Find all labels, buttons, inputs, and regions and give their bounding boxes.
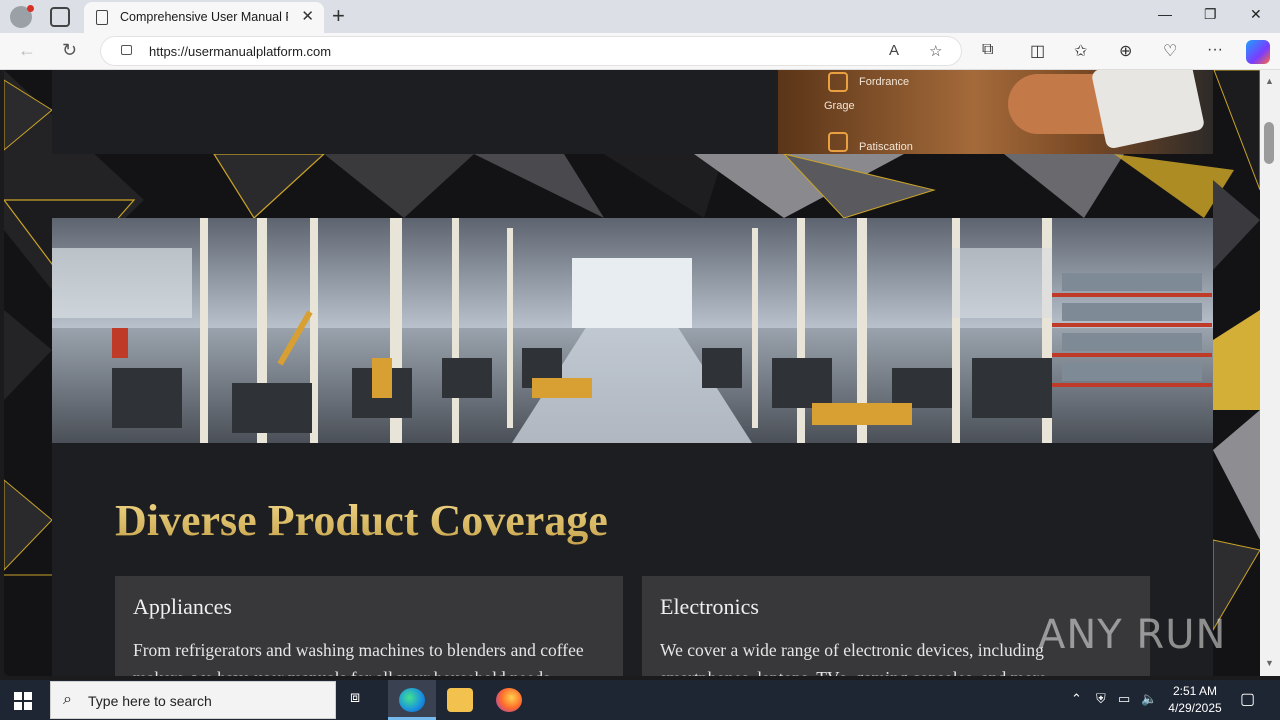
lock-icon[interactable]	[121, 45, 132, 55]
url-text[interactable]: https://usermanualplatform.com	[149, 44, 331, 59]
refresh-icon[interactable]: ↻	[62, 40, 77, 61]
scrollbar-thumb[interactable]	[1264, 122, 1274, 164]
favorite-star-icon[interactable]: ☆	[929, 42, 942, 60]
minimize-button[interactable]: —	[1158, 6, 1172, 22]
file-explorer-icon[interactable]	[447, 688, 473, 712]
scroll-up-icon[interactable]: ▲	[1265, 76, 1274, 86]
promo-label: Grage	[824, 100, 855, 112]
restore-button[interactable]: ❐	[1204, 6, 1217, 23]
favorites-icon[interactable]: ✩	[1074, 41, 1087, 61]
scroll-down-icon[interactable]: ▼	[1265, 658, 1274, 668]
calendar-icon	[828, 132, 848, 152]
appliances-card[interactable]: Appliances From refrigerators and washin…	[115, 576, 623, 676]
more-icon[interactable]: ···	[1207, 41, 1223, 59]
collections-icon[interactable]: ⊕	[1119, 41, 1132, 61]
firefox-icon[interactable]	[496, 688, 522, 712]
dashboard-icon	[828, 72, 848, 92]
address-bar[interactable]: https://usermanualplatform.com A ☆	[100, 36, 962, 66]
notification-icon[interactable]: ▢	[1240, 689, 1255, 709]
device-image	[1090, 70, 1206, 150]
performance-icon[interactable]: ♡	[1163, 41, 1177, 61]
system-clock[interactable]: 2:51 AM 4/29/2025	[1160, 683, 1230, 717]
task-view-icon[interactable]: ⧈	[350, 689, 360, 707]
section-heading: Diverse Product Coverage	[115, 496, 608, 545]
show-hidden-icons[interactable]: ⌃	[1071, 691, 1082, 707]
web-page: Fordrance Grage Patiscation Diverse Prod…	[4, 70, 1260, 676]
notification-dot	[27, 5, 34, 12]
promo-label: Fordrance	[859, 76, 910, 88]
address-toolbar: ← ↻ https://usermanualplatform.com A ☆ ⧉…	[0, 33, 1280, 70]
read-aloud-icon[interactable]: A	[889, 42, 899, 59]
network-icon[interactable]: ▭	[1118, 691, 1130, 707]
anyrun-watermark: ANY RUN	[1038, 612, 1227, 658]
new-tab-button[interactable]: +	[332, 3, 345, 29]
clock-time: 2:51 AM	[1172, 684, 1218, 698]
security-icon[interactable]: ⛨	[1096, 691, 1106, 707]
close-window-button[interactable]: ✕	[1250, 6, 1262, 23]
volume-icon[interactable]: 🔈	[1141, 691, 1157, 707]
copilot-icon[interactable]	[1246, 40, 1270, 64]
promo-label: Patiscation	[859, 141, 913, 153]
page-scrollbar[interactable]: ▲ ▼	[1260, 70, 1280, 676]
search-icon: ⌕	[63, 691, 72, 708]
windows-taskbar: ⌕ Type here to search ⧈ ⌃ ⛨ ▭ 🔈 2:51 AM …	[0, 680, 1280, 720]
extensions-icon[interactable]: ⧉	[982, 41, 993, 59]
clock-date: 4/29/2025	[1168, 701, 1222, 715]
browser-tab[interactable]: Comprehensive User Manual Platform ✕	[84, 2, 324, 33]
promo-image: Fordrance Grage Patiscation	[778, 70, 1213, 154]
back-icon[interactable]: ←	[18, 40, 36, 61]
card-description: From refrigerators and washing machines …	[133, 640, 584, 676]
tab-title: Comprehensive User Manual Platform	[120, 10, 288, 24]
windows-start-icon[interactable]	[14, 692, 32, 710]
card-title: Appliances	[133, 594, 232, 619]
search-placeholder: Type here to search	[88, 693, 212, 709]
card-title: Electronics	[660, 594, 759, 619]
page-icon	[96, 10, 108, 25]
tabs-icon[interactable]	[50, 7, 70, 27]
taskbar-search-box[interactable]: ⌕ Type here to search	[50, 681, 336, 719]
factory-hero-image	[52, 218, 1213, 443]
edge-icon[interactable]	[399, 688, 425, 712]
split-screen-icon[interactable]: ◫	[1030, 41, 1045, 61]
tab-bar: Comprehensive User Manual Platform ✕ + —…	[0, 0, 1280, 33]
close-tab-button[interactable]: ✕	[301, 7, 314, 25]
